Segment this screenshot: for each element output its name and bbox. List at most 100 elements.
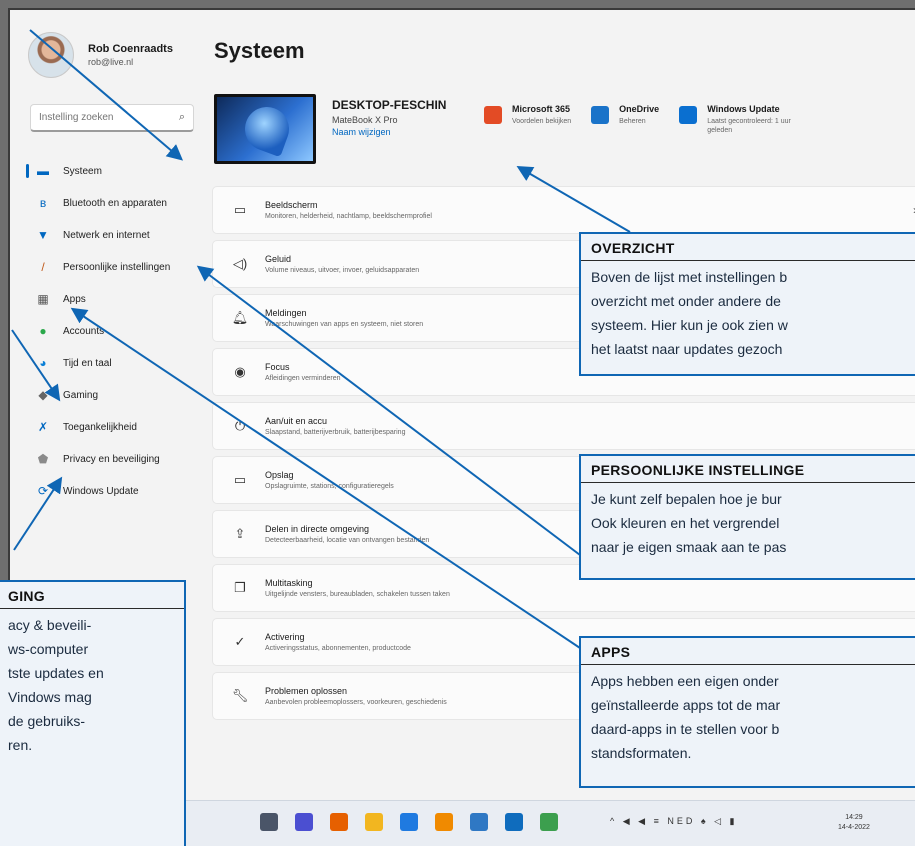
tile-subtitle: Laatst gecontroleerd: 1 uur geleden xyxy=(707,118,791,135)
page-title: Systeem xyxy=(214,38,305,63)
wrench-icon: 🔧︎ xyxy=(231,688,249,703)
overview-tile[interactable]: Microsoft 365 Voordelen bekijken xyxy=(484,104,571,135)
row-title: Activering xyxy=(265,632,305,642)
taskbar-chat-icon[interactable] xyxy=(295,813,313,831)
indicator-placeholder xyxy=(26,260,29,274)
device-name: DESKTOP-FESCHIN xyxy=(332,98,447,112)
callout-line: de gebruiks- xyxy=(8,713,86,729)
tile-title: Microsoft 365 xyxy=(512,104,571,114)
sidebar-item-systeem[interactable]: ▬ Systeem xyxy=(24,155,200,187)
sidebar-item-persoonlijke-instellingen[interactable]: / Persoonlijke instellingen xyxy=(24,251,200,283)
callout-line: Vindows mag xyxy=(8,689,92,705)
system-tray[interactable]: ^ ◀ ◀ ≡ NED ♠ ◁ ▮ xyxy=(610,816,737,827)
taskbar: ^ ◀ ◀ ≡ NED ♠ ◁ ▮ 14:29 14-4-2022 xyxy=(180,800,915,846)
callout-title: PERSOONLIJKE INSTELLINGE xyxy=(581,456,915,483)
callout-title: APPS xyxy=(581,638,915,665)
microsoft-365-icon xyxy=(484,106,502,124)
speaker-icon: ◁) xyxy=(232,256,248,271)
sidebar-item-windows-update[interactable]: ⟳ Windows Update xyxy=(24,475,200,507)
taskbar-chrome-icon[interactable] xyxy=(540,813,558,831)
callout-line: Ook kleuren en het vergrendel xyxy=(591,515,780,531)
overview-tile[interactable]: OneDrive Beheren xyxy=(591,104,659,135)
sidebar-item-accounts[interactable]: ● Accounts xyxy=(24,315,200,347)
settings-row[interactable]: ▭ Beeldscherm Monitoren, helderheid, nacht… xyxy=(212,186,915,234)
settings-row[interactable]: ⏻ Aan/uit en accu Slaapstand, batterijverb… xyxy=(212,402,915,450)
overview-tile[interactable]: Windows Update Laatst gecontroleerd: 1 uu… xyxy=(679,104,797,135)
indicator-placeholder xyxy=(26,196,29,210)
check-circle-icon: ✓ xyxy=(234,634,246,649)
callout-line: systeem. Hier kun je ook zien w xyxy=(591,317,788,333)
row-subtitle: Waarschuwingen van apps en systeem, niet… xyxy=(265,321,424,328)
row-subtitle: Slaapstand, batterijverbruik, batterijbe… xyxy=(265,429,406,436)
power-icon: ⏻ xyxy=(234,418,246,433)
controller-icon: ◆ xyxy=(38,388,48,402)
shield-icon: ⬟ xyxy=(37,452,49,466)
sidebar-item-tijd-en-taal[interactable]: ◕ Tijd en taal xyxy=(24,347,200,379)
callout-line: tste updates en xyxy=(8,665,104,681)
indicator-placeholder xyxy=(26,324,29,338)
taskbar-store-icon[interactable] xyxy=(400,813,418,831)
search-icon[interactable]: ⌕ xyxy=(179,111,185,124)
indicator-placeholder xyxy=(26,356,29,370)
avatar[interactable] xyxy=(28,32,74,78)
callout-line: Apps hebben een eigen onder xyxy=(591,673,779,689)
row-title: Problemen oplossen xyxy=(265,686,348,696)
callout-persoonlijk: PERSOONLIJKE INSTELLINGE Je kunt zelf be… xyxy=(579,454,915,580)
row-title: Meldingen xyxy=(265,308,307,318)
row-title: Multitasking xyxy=(265,578,313,588)
sidebar-item-label: Apps xyxy=(63,293,86,305)
multitasking-icon: ❐ xyxy=(234,580,246,595)
profile[interactable]: Rob Coenraadts rob@live.nl xyxy=(28,32,173,78)
row-title: Aan/uit en accu xyxy=(265,416,328,426)
indicator-placeholder xyxy=(26,228,29,242)
taskbar-settings-icon[interactable] xyxy=(470,813,488,831)
bluetooth-icon: ʙ xyxy=(39,196,47,210)
sidebar-item-label: Accounts xyxy=(63,325,105,337)
callout-overzicht: OVERZICHT Boven de lijst met instellinge… xyxy=(579,232,915,376)
search-box[interactable]: ⌕ xyxy=(30,104,194,132)
rename-link[interactable]: Naam wijzigen xyxy=(332,127,446,137)
accessibility-icon: ✗ xyxy=(37,420,49,434)
callout-line: acy & beveili- xyxy=(8,617,92,633)
sidebar-item-gaming[interactable]: ◆ Gaming xyxy=(24,379,200,411)
row-title: Delen in directe omgeving xyxy=(265,524,370,534)
row-title: Beeldscherm xyxy=(265,200,318,210)
tile-subtitle: Voordelen bekijken xyxy=(512,118,572,125)
sidebar-item-apps[interactable]: ▦ Apps xyxy=(24,283,200,315)
row-subtitle: Monitoren, helderheid, nachtlamp, beelds… xyxy=(265,213,432,220)
row-subtitle: Uitgelijnde vensters, bureaubladen, scha… xyxy=(265,591,450,598)
indicator-placeholder xyxy=(26,452,29,466)
row-title: Opslag xyxy=(265,470,294,480)
sidebar-item-netwerk-en-internet[interactable]: ▼ Netwerk en internet xyxy=(24,219,200,251)
sidebar-nav: ▬ Systeem ʙ Bluetooth en apparaten ▼ Netwerk … xyxy=(24,155,200,507)
clock-date: 14-4-2022 xyxy=(838,823,870,831)
taskbar-vlc-icon[interactable] xyxy=(435,813,453,831)
share-icon: ⇪ xyxy=(234,526,246,541)
callout-privacy: GING acy & beveili- ws-computer tste upd… xyxy=(0,580,186,846)
person-icon: ● xyxy=(39,324,47,338)
search-input[interactable] xyxy=(39,112,179,123)
taskbar-mail-icon[interactable] xyxy=(505,813,523,831)
display-icon: ▭ xyxy=(233,202,247,217)
sidebar-item-toegankelijkheid[interactable]: ✗ Toegankelijkheid xyxy=(24,411,200,443)
row-subtitle: Detecteerbaarheid, locatie van ontvangen… xyxy=(265,537,430,544)
callout-line: overzicht met onder andere de xyxy=(591,293,781,309)
taskbar-explorer-icon[interactable] xyxy=(365,813,383,831)
tile-title: OneDrive xyxy=(619,104,660,114)
sidebar-item-label: Windows Update xyxy=(63,485,139,497)
taskbar-app-icon[interactable] xyxy=(260,813,278,831)
globe-icon: ◕ xyxy=(39,356,47,370)
clock-time: 14:29 xyxy=(845,814,863,821)
sidebar-item-label: Toegankelijkheid xyxy=(63,421,137,433)
bell-icon: 🔔︎ xyxy=(231,310,249,325)
taskbar-firefox-icon[interactable] xyxy=(330,813,348,831)
sidebar-item-bluetooth-en-apparaten[interactable]: ʙ Bluetooth en apparaten xyxy=(24,187,200,219)
indicator-placeholder xyxy=(26,484,29,498)
tile-title: Windows Update xyxy=(707,104,780,114)
sidebar-item-label: Netwerk en internet xyxy=(63,229,150,241)
row-subtitle: Volume niveaus, uitvoer, invoer, geluids… xyxy=(265,267,420,274)
clock[interactable]: 14:29 14-4-2022 xyxy=(838,813,870,833)
device-wallpaper xyxy=(214,94,316,164)
callout-line: ren. xyxy=(8,737,33,753)
sidebar-item-privacy-en-beveiliging[interactable]: ⬟ Privacy en beveiliging xyxy=(24,443,200,475)
